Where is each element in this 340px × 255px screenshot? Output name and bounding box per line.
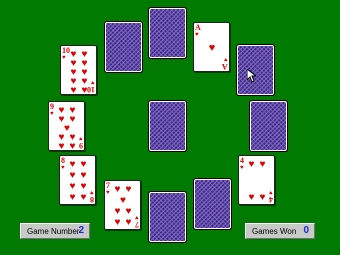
heart-icon: ♥ <box>80 192 87 203</box>
heart-icon: ♥ <box>259 159 266 170</box>
games-won-label: Games Won <box>252 227 297 236</box>
card-rank: 8 <box>61 156 65 165</box>
heart-icon: ♥ <box>259 192 266 203</box>
heart-icon: ♥ <box>50 111 54 117</box>
card-rank: 4 <box>240 156 244 165</box>
card-pips: ♥ ♥ ♥ ♥ ♥ ♥ ♥ ♥ ♥ <box>56 106 78 151</box>
card-face-down-bottom[interactable] <box>148 191 187 243</box>
heart-icon: ♥ <box>62 55 66 61</box>
card-rank: 9 <box>79 141 83 150</box>
card-eight-of-hearts[interactable]: 8 ♥ ♥ ♥ ♥ ♥ ♥ ♥ ♥ ♥ ♥ 8 <box>59 155 96 205</box>
games-won-panel: Games Won 0 <box>245 223 315 239</box>
card-pips: ♥ ♥ ♥ ♥ <box>246 159 268 203</box>
heart-icon: ♥ <box>125 217 132 228</box>
heart-icon: ♥ <box>248 159 255 170</box>
card-pips: ♥ ♥ ♥ ♥ ♥ ♥ ♥ ♥ <box>67 159 89 203</box>
games-won-value: 0 <box>303 225 309 236</box>
card-pips: ♥ ♥ ♥ ♥ ♥ ♥ ♥ <box>112 184 134 228</box>
card-ten-of-hearts[interactable]: 10 ♥ ♥ ♥ ♥ ♥ ♥ ♥ ♥ ♥ ♥ ♥ ♥ 10 <box>60 45 97 95</box>
card-four-of-hearts[interactable]: 4 ♥ ♥ ♥ ♥ ♥ ♥ 4 <box>238 155 275 205</box>
card-rank: 7 <box>106 181 110 190</box>
heart-icon: ♥ <box>69 159 76 170</box>
card-rank: 9 <box>50 102 54 111</box>
heart-icon: ♥ <box>120 195 126 206</box>
card-face-down-bottom-right[interactable] <box>193 178 232 230</box>
card-rank: A <box>195 23 201 32</box>
card-rank: 4 <box>269 195 273 204</box>
heart-icon: ♥ <box>80 170 87 181</box>
heart-icon: ♥ <box>70 85 77 95</box>
game-number-value: 2 <box>78 225 84 236</box>
heart-icon: ♥ <box>125 184 132 195</box>
card-rank: A <box>222 62 228 71</box>
card-rank: 7 <box>135 220 139 229</box>
heart-icon: ♥ <box>106 190 110 196</box>
game-number-panel: Game Number 2 <box>20 223 90 239</box>
card-pips: ♥ <box>201 27 223 69</box>
game-number-label: Game Number <box>27 227 80 236</box>
heart-icon: ♥ <box>240 165 244 171</box>
heart-icon: ♥ <box>195 32 199 38</box>
card-face-down-right[interactable] <box>249 100 288 152</box>
heart-icon: ♥ <box>125 206 132 217</box>
card-face-down-top-left[interactable] <box>104 21 143 73</box>
heart-icon: ♥ <box>58 141 65 151</box>
heart-icon: ♥ <box>114 184 121 195</box>
heart-icon: ♥ <box>69 141 76 151</box>
heart-icon: ♥ <box>61 165 65 171</box>
heart-icon: ♥ <box>208 41 216 54</box>
heart-icon: ♥ <box>69 192 76 203</box>
heart-icon: ♥ <box>114 217 121 228</box>
heart-icon: ♥ <box>114 206 121 217</box>
card-ace-of-hearts[interactable]: A ♥ ♥ ♥ A <box>193 22 230 72</box>
card-face-down-center[interactable] <box>148 100 187 152</box>
card-face-down-top[interactable] <box>148 7 187 59</box>
card-rank: 10 <box>87 85 95 94</box>
heart-icon: ♥ <box>80 181 87 192</box>
card-seven-of-hearts[interactable]: 7 ♥ ♥ ♥ ♥ ♥ ♥ ♥ ♥ ♥ 7 <box>104 180 141 230</box>
card-rank: 8 <box>90 195 94 204</box>
heart-icon: ♥ <box>69 181 76 192</box>
card-nine-of-hearts[interactable]: 9 ♥ ♥ ♥ ♥ ♥ ♥ ♥ ♥ ♥ ♥ ♥ 9 <box>48 101 85 151</box>
heart-icon: ♥ <box>80 159 87 170</box>
heart-icon: ♥ <box>248 192 255 203</box>
heart-icon: ♥ <box>69 170 76 181</box>
